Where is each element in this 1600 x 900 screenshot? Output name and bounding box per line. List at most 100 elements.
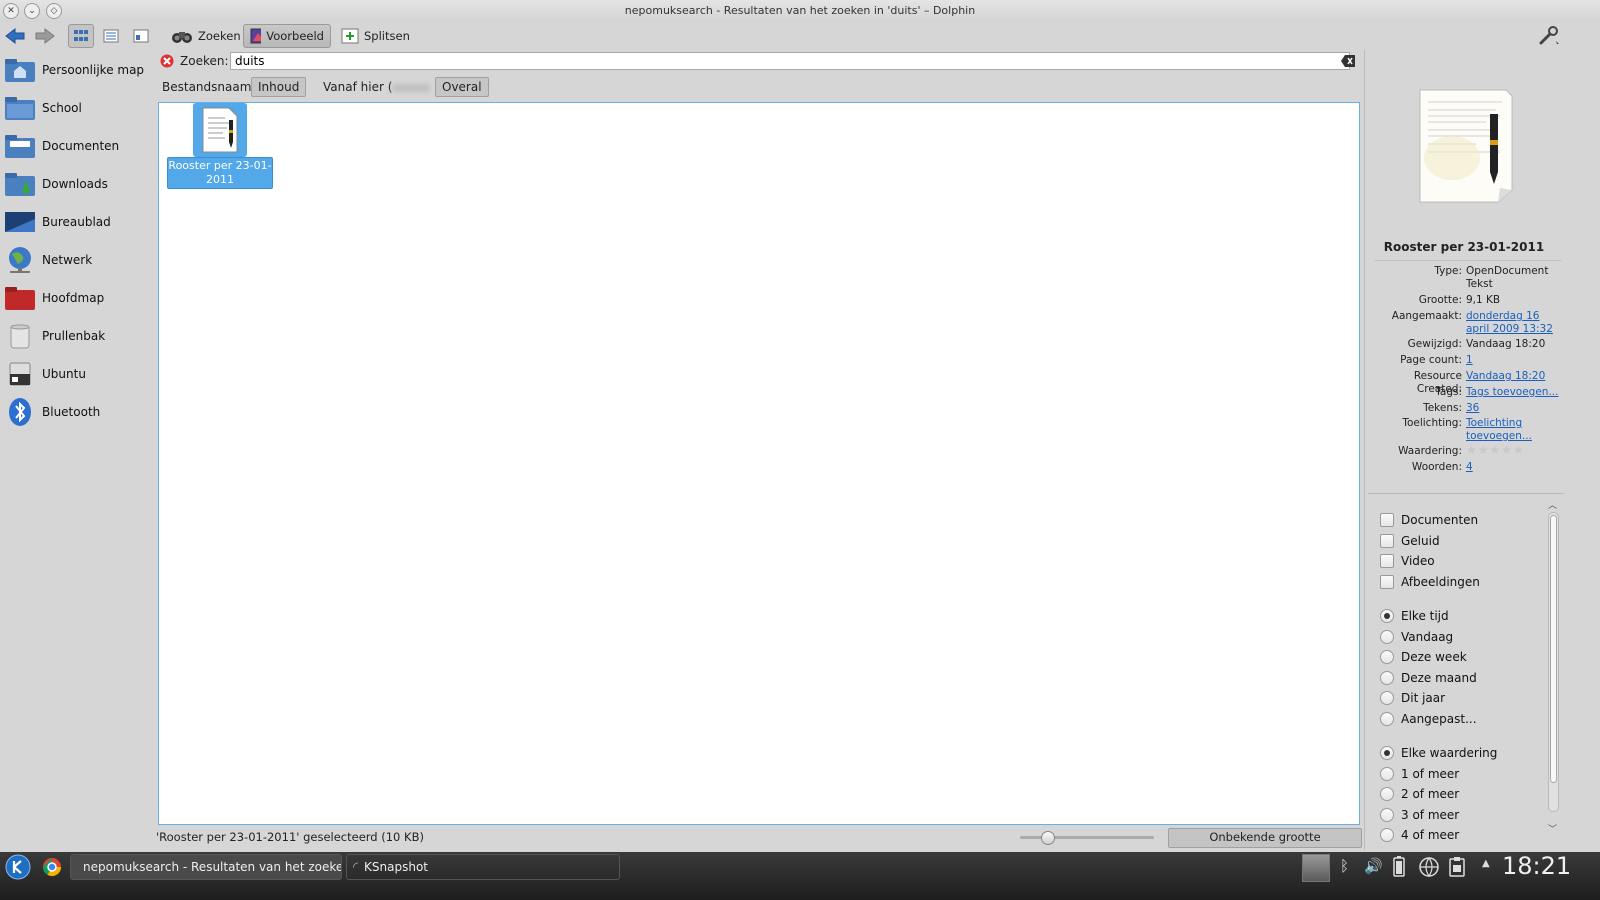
checkbox[interactable] bbox=[1380, 513, 1394, 527]
zoom-slider-handle[interactable] bbox=[1040, 831, 1055, 845]
search-label: Zoeken: bbox=[180, 54, 229, 68]
task-label: KSnapshot bbox=[364, 860, 429, 874]
clear-text-icon bbox=[1341, 55, 1355, 67]
option-label: Aangepast... bbox=[1401, 712, 1477, 726]
time-filter-option[interactable]: Vandaag bbox=[1380, 629, 1453, 644]
radio-button[interactable] bbox=[1380, 629, 1394, 644]
place-item-school[interactable]: School bbox=[4, 90, 146, 126]
info-value-link[interactable]: Vandaag 18:20 bbox=[1466, 370, 1566, 383]
radio-button[interactable] bbox=[1380, 691, 1394, 706]
columns-view-button[interactable] bbox=[128, 24, 154, 48]
place-item-home[interactable]: Persoonlijke map bbox=[4, 52, 146, 88]
configure-button[interactable] bbox=[1536, 24, 1562, 48]
rating-filter-option[interactable]: 4 of meer bbox=[1380, 828, 1459, 843]
clear-search-button[interactable] bbox=[1340, 54, 1356, 71]
place-item-ubuntu[interactable]: Ubuntu bbox=[4, 356, 146, 392]
radio-button[interactable] bbox=[1380, 650, 1394, 665]
place-item-root[interactable]: Hoofdmap bbox=[4, 280, 146, 316]
scroll-down-icon[interactable]: ﹀ bbox=[1548, 822, 1557, 835]
trash-icon bbox=[4, 322, 36, 350]
panel-divider[interactable] bbox=[1368, 493, 1564, 494]
icons-view-button[interactable] bbox=[68, 24, 94, 48]
info-value-link[interactable]: 1 bbox=[1466, 354, 1566, 367]
info-value-link[interactable]: 36 bbox=[1466, 402, 1566, 415]
tray-expand-icon[interactable]: ▲ bbox=[1482, 858, 1490, 869]
place-item-bluetooth[interactable]: Bluetooth bbox=[4, 394, 146, 430]
taskbar-task-dolphin[interactable]: nepomuksearch - Resultaten van het zoeke… bbox=[70, 854, 342, 880]
scrollbar-thumb[interactable] bbox=[1550, 515, 1557, 783]
search-toolbar-button[interactable]: Zoeken bbox=[164, 24, 248, 48]
taskbar: nepomuksearch - Resultaten van het zoeke… bbox=[0, 852, 1600, 900]
battery-icon[interactable] bbox=[1392, 855, 1406, 880]
file-view[interactable]: Rooster per 23-01-2011 bbox=[158, 102, 1360, 825]
time-filter-option[interactable]: Deze week bbox=[1380, 650, 1467, 665]
rating-filter-option[interactable]: 3 of meer bbox=[1380, 807, 1459, 822]
option-label: Deze maand bbox=[1401, 670, 1477, 685]
chrome-launcher[interactable] bbox=[40, 854, 64, 880]
radio-button[interactable] bbox=[1380, 828, 1394, 843]
split-toolbar-button[interactable]: Splitsen bbox=[334, 24, 417, 48]
place-item-network[interactable]: Netwerk bbox=[4, 242, 146, 278]
network-tray-icon[interactable] bbox=[1418, 856, 1440, 881]
close-search-button[interactable] bbox=[160, 54, 174, 71]
details-view-icon bbox=[103, 29, 119, 43]
title-bar: ✕ ⌄ ◇ nepomuksearch - Resultaten van het… bbox=[0, 0, 1600, 22]
forward-button[interactable] bbox=[32, 24, 58, 48]
from-here-filter-button[interactable]: Vanaf hier ( bbox=[316, 77, 437, 97]
radio-button[interactable] bbox=[1380, 746, 1394, 760]
filter-panel-scrollbar[interactable] bbox=[1548, 512, 1559, 812]
place-item-trash[interactable]: Prullenbak bbox=[4, 318, 146, 354]
checkbox[interactable] bbox=[1380, 574, 1394, 589]
place-label: Hoofdmap bbox=[42, 291, 105, 305]
preview-toolbar-button[interactable]: Voorbeeld bbox=[243, 24, 331, 48]
place-item-downloads[interactable]: Downloads bbox=[4, 166, 146, 202]
rating-filter-option[interactable]: 2 of meer bbox=[1380, 787, 1459, 802]
time-filter-option[interactable]: Dit jaar bbox=[1380, 691, 1446, 706]
taskbar-task-ksnapshot[interactable]: ◜ KSnapshot bbox=[346, 854, 620, 880]
time-filter-option[interactable]: Aangepast... bbox=[1380, 712, 1477, 726]
wrench-icon bbox=[1539, 26, 1559, 45]
place-item-documents[interactable]: Documenten bbox=[4, 128, 146, 164]
filename-filter-button[interactable]: Bestandsnaam bbox=[155, 77, 258, 97]
info-value-link[interactable]: Toelichting toevoegen... bbox=[1466, 417, 1566, 443]
place-item-desktop[interactable]: Bureaublad bbox=[4, 204, 146, 240]
info-value-link[interactable]: Tags toevoegen... bbox=[1466, 386, 1566, 399]
type-filter-option[interactable]: Documenten bbox=[1380, 513, 1478, 527]
everywhere-filter-button[interactable]: Overal bbox=[435, 77, 489, 97]
checkbox[interactable] bbox=[1380, 533, 1394, 548]
rating-filter-option[interactable]: 1 of meer bbox=[1380, 766, 1459, 781]
rating-filter-option[interactable]: Elke waardering bbox=[1380, 746, 1497, 760]
radio-button[interactable] bbox=[1380, 712, 1394, 726]
radio-button[interactable] bbox=[1380, 609, 1394, 623]
scroll-up-icon[interactable]: ︿ bbox=[1548, 498, 1557, 511]
bluetooth-tray-icon[interactable]: ᛒ bbox=[1340, 857, 1349, 875]
content-filter-button[interactable]: Inhoud bbox=[251, 77, 307, 97]
zoom-slider[interactable] bbox=[1020, 831, 1154, 845]
time-filter-option[interactable]: Elke tijd bbox=[1380, 609, 1449, 623]
rating-stars[interactable]: ★★★★★ bbox=[1466, 444, 1525, 457]
type-filter-option[interactable]: Video bbox=[1380, 554, 1435, 569]
panel-divider[interactable] bbox=[1364, 50, 1365, 850]
clipboard-icon[interactable] bbox=[1448, 856, 1466, 881]
info-key: Gewijzigd: bbox=[1407, 338, 1462, 350]
time-filter-option[interactable]: Deze maand bbox=[1380, 670, 1477, 685]
type-filter-option[interactable]: Afbeeldingen bbox=[1380, 574, 1480, 589]
search-input[interactable] bbox=[230, 52, 1350, 70]
radio-button[interactable] bbox=[1380, 670, 1394, 685]
clock[interactable]: 18:21 bbox=[1502, 852, 1571, 880]
back-button[interactable] bbox=[2, 24, 28, 48]
option-label: Dit jaar bbox=[1401, 691, 1446, 706]
type-filter-option[interactable]: Geluid bbox=[1380, 533, 1440, 548]
pager-desktop[interactable] bbox=[1302, 854, 1330, 882]
radio-button[interactable] bbox=[1380, 807, 1394, 822]
window-title: nepomuksearch - Resultaten van het zoeke… bbox=[624, 4, 976, 17]
kde-menu-button[interactable] bbox=[2, 852, 34, 882]
details-view-button[interactable] bbox=[98, 24, 124, 48]
info-value-link[interactable]: 4 bbox=[1466, 461, 1566, 474]
radio-button[interactable] bbox=[1380, 787, 1394, 802]
radio-button[interactable] bbox=[1380, 766, 1394, 781]
info-value-link[interactable]: donderdag 16 april 2009 13:32 bbox=[1466, 310, 1566, 336]
volume-icon[interactable]: 🔊 bbox=[1364, 857, 1383, 875]
checkbox[interactable] bbox=[1380, 554, 1394, 569]
free-space-indicator[interactable]: Onbekende grootte bbox=[1168, 828, 1362, 848]
